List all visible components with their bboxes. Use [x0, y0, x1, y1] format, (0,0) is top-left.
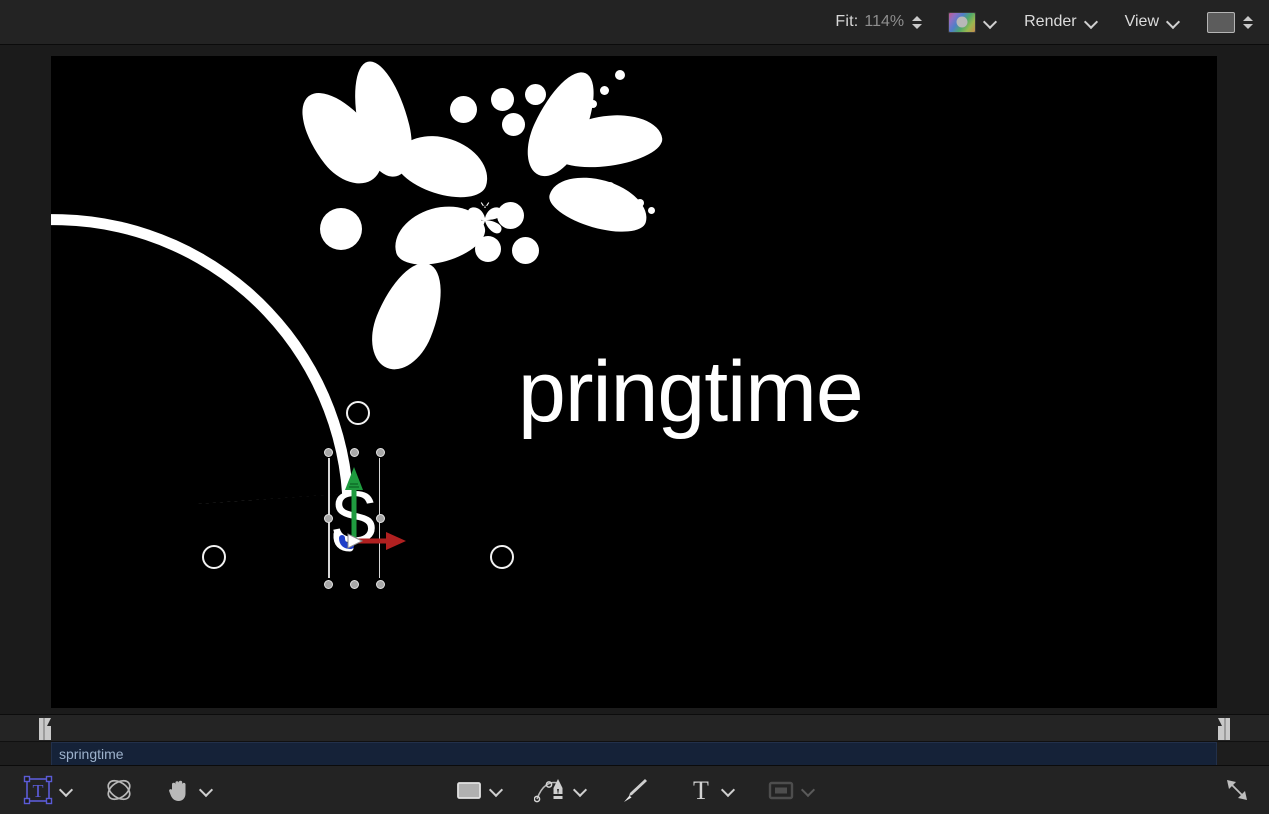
flower-dot [525, 84, 546, 105]
top-toolbar: Fit: 114% Render View [0, 0, 1269, 45]
svg-text:T: T [33, 781, 44, 801]
flower-dot [491, 88, 514, 111]
composition-canvas[interactable]: pringtime S [51, 56, 1217, 708]
flower-dot [502, 113, 525, 136]
render-menu-label: Render [1024, 13, 1076, 31]
ghost-circle-top[interactable] [346, 401, 370, 425]
ghost-circle-left[interactable] [202, 545, 226, 569]
viewport-stepper[interactable] [1242, 12, 1253, 32]
orbit-3d-tool-icon[interactable] [104, 775, 134, 805]
resize-handle-bottom-left[interactable] [324, 580, 333, 589]
transform-3d-tool[interactable] [104, 766, 134, 814]
mask-rect-icon[interactable] [766, 775, 796, 805]
flower-dot [605, 182, 615, 192]
text-select-tool-icon[interactable]: T [22, 774, 54, 806]
flower-dot [622, 191, 631, 200]
flower-dot [600, 86, 609, 95]
zoom-level-value: 114% [864, 13, 904, 31]
zoom-fit-control[interactable]: Fit: 114% [835, 0, 922, 45]
chevron-down-icon[interactable] [984, 15, 998, 29]
x-axis-arrow [358, 532, 406, 550]
timeline-track-row: springtime [0, 742, 1269, 766]
mask-tool[interactable] [766, 766, 816, 814]
timeline-ruler[interactable] [0, 715, 1269, 742]
bezier-pen-icon[interactable] [534, 775, 568, 805]
fit-label: Fit: [835, 13, 858, 31]
flower-dot [636, 199, 644, 207]
resize-grip-icon[interactable] [1223, 776, 1251, 804]
text-tool[interactable]: T [686, 766, 736, 814]
resize-handle-bottom-right[interactable] [376, 580, 385, 589]
viewport-layout-control[interactable] [1207, 0, 1253, 45]
in-point-marker[interactable] [35, 718, 53, 740]
pan-tool[interactable] [164, 766, 214, 814]
rotate-origin-handle [337, 534, 362, 548]
text-select-tool[interactable]: T [22, 766, 74, 814]
flower-dot [580, 111, 587, 118]
chevron-down-icon[interactable] [802, 783, 816, 797]
chevron-down-icon[interactable] [490, 783, 504, 797]
svg-text:T: T [693, 776, 709, 805]
headline-text[interactable]: pringtime [518, 349, 863, 435]
timeline-clip-label: springtime [59, 746, 124, 762]
text-t-icon[interactable]: T [686, 775, 716, 805]
timeline-panel[interactable]: springtime [0, 714, 1269, 765]
chevron-down-icon[interactable] [1167, 15, 1181, 29]
bezier-pen-tool[interactable] [534, 766, 588, 814]
butterfly-shape [462, 196, 508, 242]
resize-handle-bottom-center[interactable] [350, 580, 359, 589]
render-menu[interactable]: Render [1024, 0, 1098, 45]
rectangle-shape-icon[interactable] [454, 775, 484, 805]
viewport-preset-icon[interactable] [1207, 12, 1235, 33]
chevron-down-icon[interactable] [60, 783, 74, 797]
y-axis-arrow [345, 467, 363, 539]
selection-bounding-box[interactable]: S [328, 452, 380, 584]
flower-dot [589, 100, 597, 108]
color-channel-control[interactable] [948, 0, 998, 45]
canvas-area: pringtime S [0, 45, 1269, 714]
timeline-clip[interactable]: springtime [51, 742, 1217, 766]
shape-rect-tool[interactable] [454, 766, 504, 814]
flower-dot [512, 237, 539, 264]
chevron-down-icon[interactable] [574, 783, 588, 797]
view-menu[interactable]: View [1125, 0, 1181, 45]
flower-dot [450, 96, 477, 123]
chevron-down-icon[interactable] [1085, 15, 1099, 29]
chevron-down-icon[interactable] [200, 783, 214, 797]
bottom-toolbar: T [0, 765, 1269, 814]
paintbrush-icon[interactable] [620, 775, 650, 805]
transform-axis-gizmo[interactable] [296, 442, 428, 574]
hand-pan-tool-icon[interactable] [164, 775, 194, 805]
out-point-marker[interactable] [1216, 718, 1234, 740]
color-swatch-icon[interactable] [948, 12, 976, 33]
chevron-down-icon[interactable] [722, 783, 736, 797]
flower-dot [648, 207, 655, 214]
view-menu-label: View [1125, 13, 1159, 31]
resize-grip[interactable] [1223, 766, 1269, 814]
ghost-circle-right[interactable] [490, 545, 514, 569]
zoom-stepper[interactable] [911, 12, 922, 32]
flower-dot [615, 70, 625, 80]
paint-stroke-tool[interactable] [620, 766, 650, 814]
